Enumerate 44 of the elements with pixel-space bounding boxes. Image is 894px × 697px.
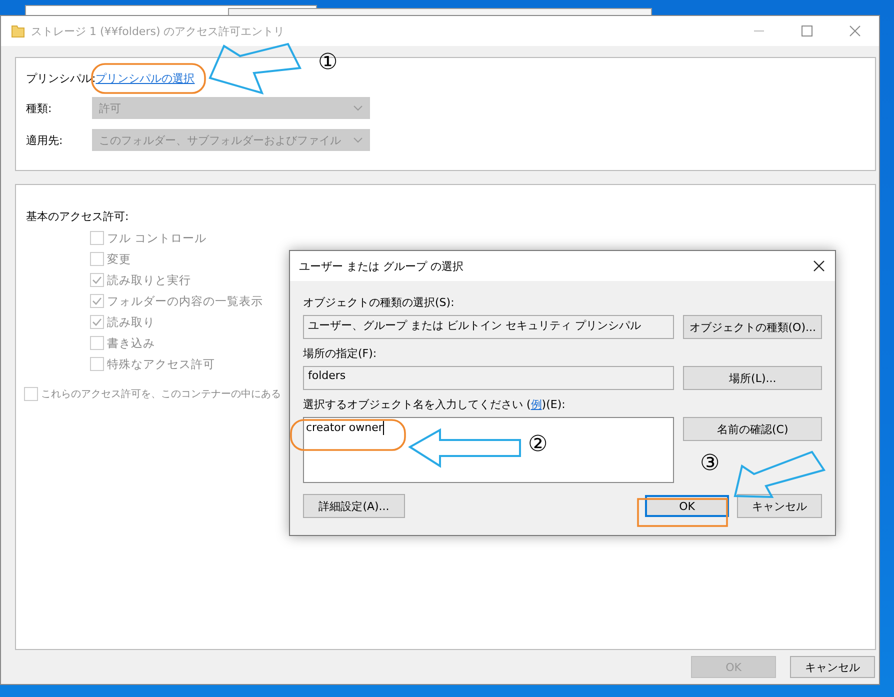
checkbox[interactable] [90,294,104,308]
checkbox[interactable] [90,336,104,350]
advanced-button[interactable]: 詳細設定(A)... [303,494,405,518]
checkbox[interactable] [90,273,104,287]
maximize-icon[interactable] [801,25,813,37]
window-title: ストレージ 1 (¥¥folders) のアクセス許可エントリ [31,24,285,38]
section-heading: 基本のアクセス許可: [26,209,130,224]
checkbox-label: 読み取り [107,314,155,330]
close-icon[interactable] [813,260,825,272]
examples-link[interactable]: 例 [530,398,542,411]
checkbox-label: 特殊なアクセス許可 [107,356,215,372]
dialog-button[interactable]: キャンセル [790,656,875,678]
checkbox[interactable] [90,357,104,371]
checkbox-label: 読み取りと実行 [107,272,191,288]
step-number: ③ [700,453,720,475]
checkbox-label: 書き込み [107,336,155,350]
checkbox-label: フォルダーの内容の一覧表示 [107,294,263,308]
checkbox-label: フル コントロール [107,230,207,246]
checkbox[interactable] [90,231,104,245]
field-label: 種類: [26,100,53,116]
input-text: creator owner [306,421,383,434]
check-names-button[interactable]: 名前の確認(C) [683,417,822,441]
locations-button[interactable]: 場所(L)... [683,366,822,390]
dialog-title: ユーザー または グループ の選択 [299,258,464,274]
checkbox-label: これらのアクセス許可を、このコンテナーの中にある [41,388,281,401]
principal-link[interactable]: プリンシパルの選択 [96,70,195,86]
principal-label: プリンシパル: [26,70,96,86]
folder-icon [11,24,25,38]
chevron-icon [353,137,363,143]
cancel-button[interactable]: キャンセル [737,494,822,518]
step-number: ① [318,52,338,74]
field-label: 場所の指定(F): [303,346,378,362]
checkbox[interactable] [90,315,104,329]
readonly-field: ユーザー、グループ または ビルトイン セキュリティ プリンシパル [303,315,674,339]
field-label: オブジェクトの種類の選択(S): [303,295,456,311]
object-types-button[interactable]: オブジェクトの種類(O)... [683,315,822,339]
checkbox[interactable] [90,252,104,266]
field-label: 適用先: [26,132,64,148]
step-number: ② [528,434,548,456]
checkbox[interactable] [24,387,38,401]
readonly-field: folders [303,366,674,390]
field-label: 選択するオブジェクト名を入力してください (例)(E): [303,397,566,413]
checkbox-label: 変更 [107,252,131,266]
chevron-icon [353,105,363,111]
